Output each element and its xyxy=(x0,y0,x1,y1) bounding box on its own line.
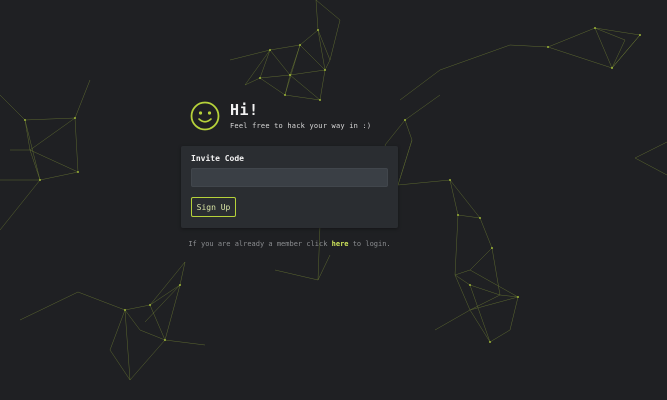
login-prompt: If you are already a member click here t… xyxy=(0,240,579,248)
sign-up-button[interactable]: Sign Up xyxy=(191,197,236,217)
smiley-face-icon xyxy=(190,101,220,131)
greeting-header: Hi! Feel free to hack your way in :) xyxy=(190,101,371,131)
signup-card: Invite Code Sign Up xyxy=(181,146,398,228)
invite-code-input[interactable] xyxy=(191,168,388,187)
invite-code-label: Invite Code xyxy=(191,154,244,163)
login-prompt-suffix: to login. xyxy=(352,240,391,248)
greeting-text: Hi! Feel free to hack your way in :) xyxy=(230,101,372,131)
login-prompt-prefix: If you are already a member click xyxy=(188,240,328,248)
greeting-subtitle: Feel free to hack your way in :) xyxy=(230,122,372,130)
login-link[interactable]: here xyxy=(332,240,349,248)
page: Hi! Feel free to hack your way in :) Inv… xyxy=(0,0,667,400)
greeting-title: Hi! xyxy=(230,101,259,119)
